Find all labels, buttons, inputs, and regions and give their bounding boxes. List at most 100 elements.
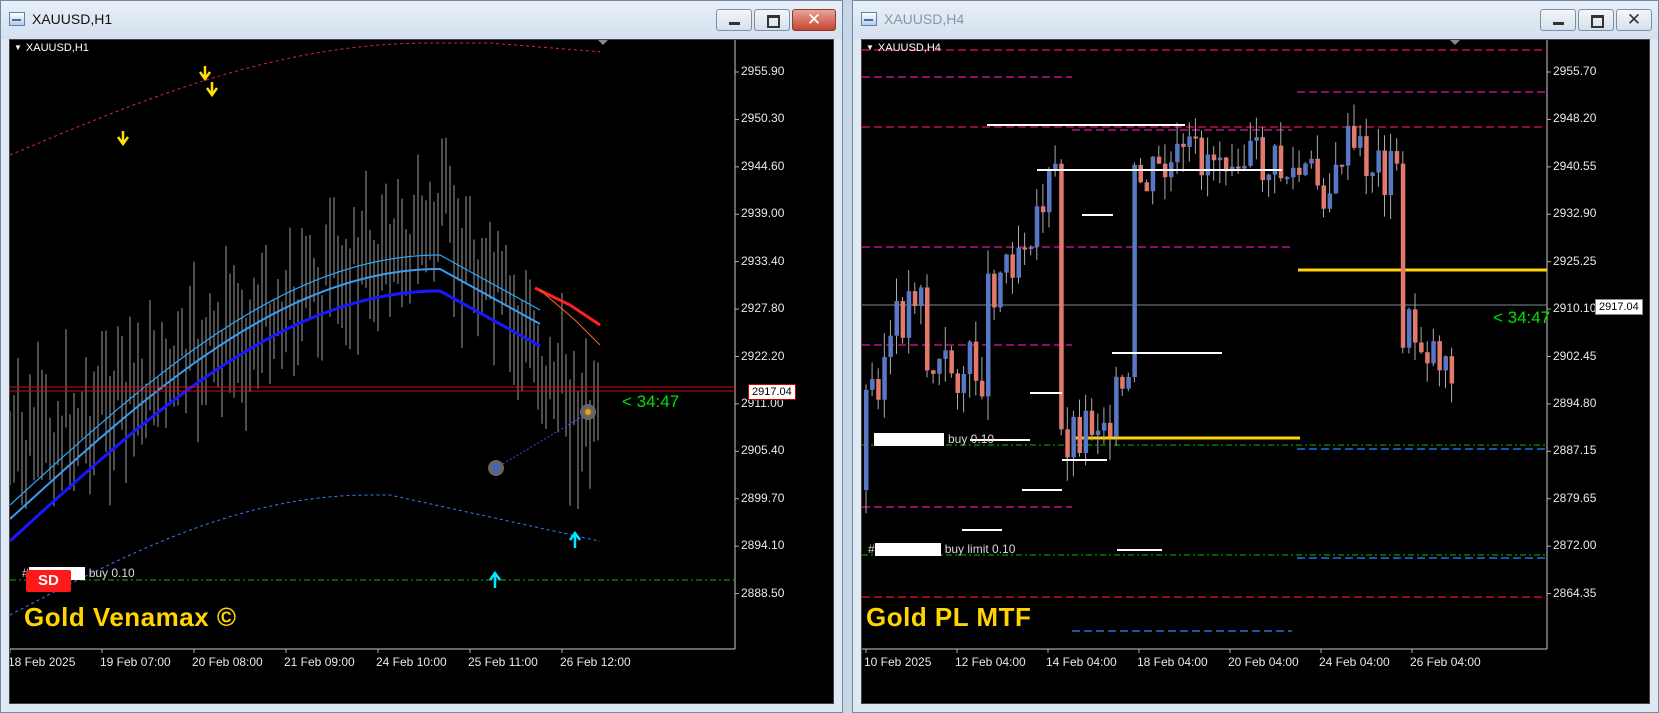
- bear-candle: [1364, 136, 1369, 177]
- price-tick-label: 2887.15: [1553, 443, 1597, 458]
- price-tick-label: 2925.25: [1553, 253, 1597, 268]
- order-label-buy-limit[interactable]: # buy limit 0.10: [868, 542, 1016, 557]
- chart-shift-icon: [598, 40, 608, 45]
- bull-candle: [1101, 422, 1107, 431]
- time-tick-label: 21 Feb 09:00: [284, 655, 355, 669]
- sell-arrow-icon: [116, 131, 130, 147]
- time-tick-label: 20 Feb 04:00: [1228, 655, 1299, 669]
- minimize-button[interactable]: [716, 9, 752, 31]
- bear-candle: [1297, 167, 1302, 175]
- close-icon: ✕: [806, 10, 822, 30]
- bear-candle: [912, 291, 918, 307]
- close-button[interactable]: ✕: [1616, 9, 1652, 31]
- time-tick-label: 24 Feb 10:00: [376, 655, 447, 669]
- bear-candle: [973, 341, 979, 381]
- sell-arrow-icon: [205, 82, 219, 98]
- bear-candle: [1077, 416, 1082, 454]
- bear-candle: [1315, 158, 1320, 186]
- time-tick-label: 20 Feb 08:00: [192, 655, 263, 669]
- bear-candle: [1437, 341, 1442, 371]
- bull-candle: [1150, 156, 1156, 192]
- bull-candle: [1309, 158, 1314, 164]
- bull-candle: [1370, 172, 1375, 177]
- order-text: buy 0.10: [88, 566, 135, 580]
- bear-candle: [1394, 151, 1400, 164]
- bear-candle: [1040, 206, 1046, 213]
- time-tick-label: 10 Feb 2025: [864, 655, 932, 669]
- order-text: buy limit 0.10: [944, 542, 1016, 556]
- symbol-label: XAUUSD,H1: [14, 42, 89, 54]
- bar-countdown: < 34:47: [1493, 308, 1551, 327]
- price-chart-area[interactable]: XAUUSD,H4 2955.70 2948.20 2940.55 2932.90 29…: [861, 39, 1650, 704]
- bull-candle: [888, 335, 893, 357]
- order-prefix: #: [868, 542, 875, 556]
- maximize-button[interactable]: [1578, 9, 1614, 31]
- bull-candle: [937, 358, 942, 374]
- price-tick-label: 2922.20: [741, 348, 785, 363]
- bear-candle: [1211, 154, 1217, 161]
- price-tick-label: 2940.55: [1553, 158, 1597, 173]
- price-tick-label: 2879.65: [1553, 490, 1597, 505]
- bull-candle: [1114, 376, 1119, 437]
- bull-candle: [864, 389, 869, 490]
- bull-candle: [1205, 154, 1211, 176]
- price-tick-label: 2933.40: [741, 253, 785, 268]
- bear-candle: [949, 350, 954, 374]
- bull-candle: [1016, 247, 1021, 278]
- bar-countdown: < 34:47: [622, 392, 680, 411]
- sd-badge[interactable]: SD: [26, 570, 71, 592]
- price-tick-label: 2927.80: [741, 301, 785, 316]
- chart-window-icon: [9, 12, 25, 26]
- branding-label: Gold Venamax ©: [24, 602, 237, 632]
- bull-candle: [1303, 163, 1308, 175]
- bear-candle: [1059, 163, 1064, 430]
- bull-candle: [1254, 137, 1259, 141]
- time-tick-label: 26 Feb 04:00: [1410, 655, 1481, 669]
- price-tick-label: 2939.00: [741, 206, 785, 221]
- bear-candle: [931, 370, 936, 374]
- bear-candle: [1382, 150, 1387, 196]
- bull-candle: [1376, 150, 1381, 173]
- chart-window-h4[interactable]: XAUUSD,H4 ✕ XAUUSD,H4 2955.70 2948.20 2940…: [852, 0, 1659, 713]
- order-text: buy 0.10: [948, 432, 995, 446]
- maximize-button[interactable]: [754, 9, 790, 31]
- price-tick-label: 2932.90: [1553, 206, 1597, 221]
- price-tick-label: 2894.10: [741, 538, 785, 553]
- price-chart-area[interactable]: XAUUSD,H1 2955.90 2950.30 2944.60 2939.00 29…: [9, 39, 834, 704]
- bear-candle: [925, 287, 930, 371]
- window-title: XAUUSD,H1: [32, 11, 113, 27]
- bull-candle: [1047, 169, 1052, 213]
- branding-label: Gold PL MTF: [866, 602, 1032, 632]
- price-tick-label: 2905.40: [741, 443, 785, 458]
- time-tick-label: 18 Feb 2025: [9, 655, 76, 669]
- bull-candle: [943, 350, 948, 359]
- order-label-buy[interactable]: buy 0.10: [874, 432, 995, 447]
- order-ticket-redacted: [874, 433, 944, 447]
- price-tick-label: 2944.60: [741, 158, 785, 173]
- time-tick-label: 14 Feb 04:00: [1046, 655, 1117, 669]
- bull-candle: [1053, 163, 1058, 170]
- bear-candle: [1144, 182, 1150, 192]
- bull-candle: [1406, 309, 1412, 348]
- bull-candle: [894, 301, 899, 336]
- window-titlebar[interactable]: XAUUSD,H1 ✕: [1, 1, 842, 39]
- bear-candle: [1108, 422, 1113, 437]
- bear-candle: [1260, 137, 1265, 181]
- minimize-button[interactable]: [1540, 9, 1576, 31]
- chart-window-h1[interactable]: XAUUSD,H1 ✕ XAUUSD,H1 2955.90 2950.30 2944…: [0, 0, 843, 713]
- bull-candle: [1095, 430, 1101, 435]
- bull-candle: [1126, 377, 1131, 389]
- bull-candle: [998, 272, 1003, 308]
- price-tick-label: 2899.70: [741, 490, 785, 505]
- bull-candle: [1175, 143, 1180, 163]
- close-button[interactable]: ✕: [792, 9, 836, 31]
- bull-candle: [1028, 246, 1034, 249]
- bear-candle: [1138, 164, 1143, 183]
- bear-candle: [992, 273, 997, 308]
- bull-candle: [918, 287, 924, 307]
- bull-candle: [906, 291, 912, 338]
- lower-envelope-line: [10, 494, 601, 616]
- bull-candle: [1327, 193, 1333, 209]
- window-titlebar[interactable]: XAUUSD,H4 ✕: [853, 1, 1658, 39]
- bull-candle: [882, 356, 887, 400]
